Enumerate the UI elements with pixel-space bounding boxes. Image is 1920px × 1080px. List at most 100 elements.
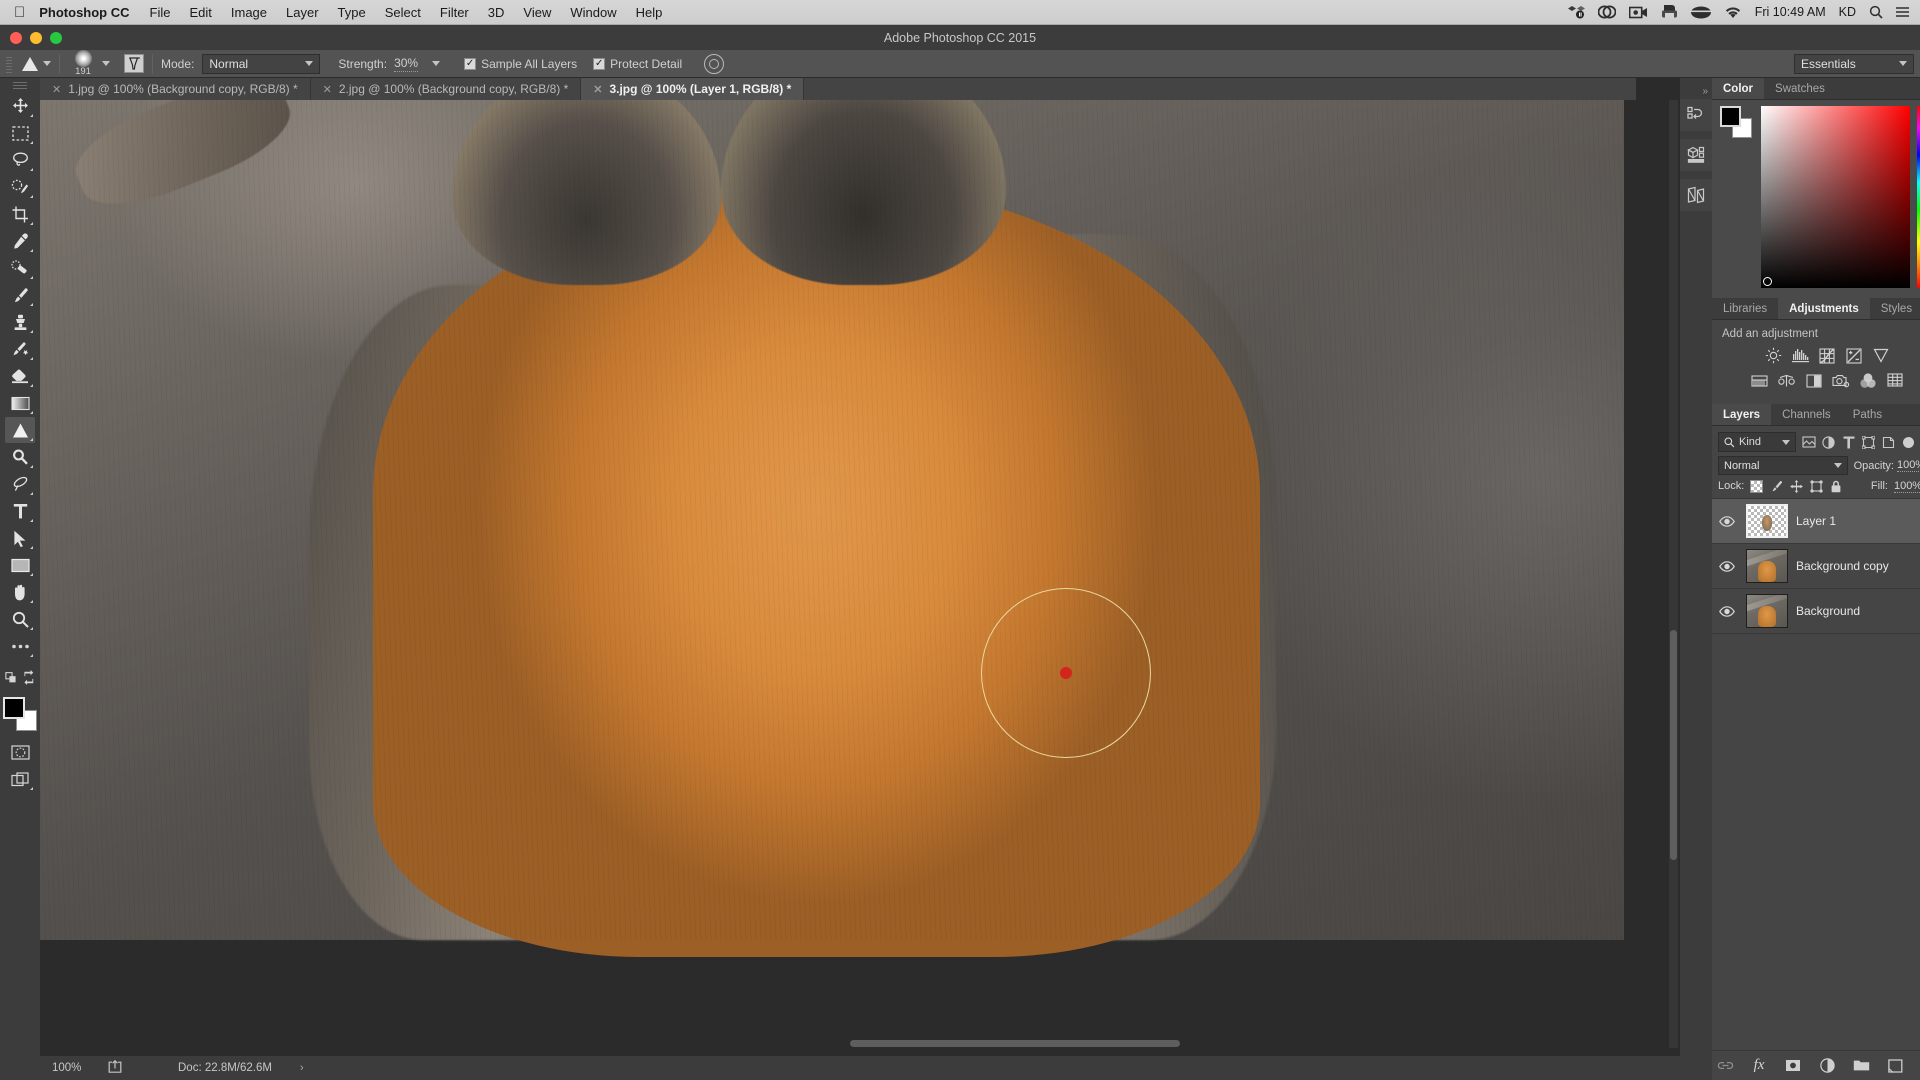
color-swatches[interactable]: [3, 697, 37, 731]
color-lookup-icon[interactable]: [1885, 371, 1904, 390]
menu-window[interactable]: Window: [570, 5, 616, 20]
photo-filter-icon[interactable]: [1831, 371, 1850, 390]
edit-toolbar-button[interactable]: [5, 633, 35, 659]
foreground-color-swatch[interactable]: [1720, 106, 1741, 127]
fill-value[interactable]: 100%: [1893, 480, 1920, 493]
filter-smart-object-icon[interactable]: [1881, 435, 1896, 450]
brush-panel-toggle-icon[interactable]: [124, 54, 144, 73]
menubar-app-name[interactable]: Photoshop CC: [39, 5, 129, 20]
layer-name[interactable]: Background: [1796, 604, 1912, 618]
document-tab-2[interactable]: ✕ 2.jpg @ 100% (Background copy, RGB/8) …: [310, 78, 582, 100]
wifi-icon[interactable]: [1724, 3, 1742, 21]
table-row[interactable]: Layer 1: [1712, 499, 1920, 544]
menu-filter[interactable]: Filter: [440, 5, 469, 20]
menubar-clock[interactable]: Fri 10:49 AM: [1755, 5, 1826, 19]
menu-file[interactable]: File: [150, 5, 171, 20]
opacity-value[interactable]: 100%: [1896, 459, 1920, 472]
curves-icon[interactable]: [1818, 346, 1837, 365]
spot-healing-brush-tool[interactable]: [5, 255, 35, 281]
new-group-icon[interactable]: [1853, 1057, 1870, 1074]
layer-name[interactable]: Layer 1: [1796, 514, 1920, 528]
layer-comps-panel-icon[interactable]: [1680, 179, 1712, 211]
new-fill-adjustment-icon[interactable]: [1819, 1057, 1836, 1074]
rectangular-marquee-tool[interactable]: [5, 120, 35, 146]
menu-edit[interactable]: Edit: [189, 5, 211, 20]
scrollbar-thumb[interactable]: [1670, 630, 1677, 860]
table-row[interactable]: Background copy: [1712, 544, 1920, 589]
color-picker-handle[interactable]: [1763, 277, 1772, 286]
document-image[interactable]: [40, 100, 1624, 957]
brush-preset-picker[interactable]: 191: [68, 49, 98, 77]
gradient-tool[interactable]: [5, 390, 35, 416]
layer-filter-kind-select[interactable]: Kind: [1718, 432, 1796, 452]
canvas-vertical-scrollbar[interactable]: [1669, 100, 1678, 1048]
layer-style-icon[interactable]: fx: [1751, 1057, 1768, 1074]
exposure-icon[interactable]: [1845, 346, 1864, 365]
clone-stamp-tool[interactable]: [5, 309, 35, 335]
canvas-area[interactable]: [40, 100, 1680, 1048]
rectangle-tool[interactable]: [5, 552, 35, 578]
document-tab-1[interactable]: ✕ 1.jpg @ 100% (Background copy, RGB/8) …: [40, 78, 311, 100]
chevron-down-icon[interactable]: [43, 61, 51, 66]
add-layer-mask-icon[interactable]: [1785, 1057, 1802, 1074]
scrollbar-thumb[interactable]: [850, 1040, 1180, 1047]
protect-detail-checkbox[interactable]: ✓ Protect Detail: [593, 57, 682, 71]
filter-pixel-icon[interactable]: [1801, 435, 1816, 450]
control-center-icon[interactable]: [1896, 3, 1909, 21]
layer-visibility-toggle[interactable]: [1716, 515, 1738, 527]
history-brush-tool[interactable]: [5, 336, 35, 362]
layer-blend-mode-select[interactable]: Normal: [1718, 456, 1848, 475]
sharpen-tool[interactable]: [5, 417, 35, 443]
dodge-tool[interactable]: [5, 444, 35, 470]
levels-icon[interactable]: [1791, 346, 1810, 365]
menu-3d[interactable]: 3D: [488, 5, 505, 20]
tab-layers[interactable]: Layers: [1712, 404, 1772, 425]
workspace-select[interactable]: Essentials: [1794, 53, 1914, 74]
color-field[interactable]: [1761, 106, 1911, 288]
opacity-control[interactable]: Opacity: 100%: [1854, 459, 1920, 472]
menu-image[interactable]: Image: [231, 5, 267, 20]
screen-record-icon[interactable]: [1628, 3, 1648, 21]
canvas-horizontal-scrollbar[interactable]: [40, 1039, 1669, 1048]
close-icon[interactable]: ✕: [323, 83, 332, 96]
chevron-right-icon[interactable]: ›: [300, 1062, 304, 1074]
history-panel-icon[interactable]: [1680, 99, 1712, 131]
blend-mode-select[interactable]: Normal: [202, 53, 321, 74]
eraser-tool[interactable]: [5, 363, 35, 389]
link-layers-icon[interactable]: [1717, 1057, 1734, 1074]
share-icon[interactable]: [108, 1059, 122, 1076]
zoom-button[interactable]: [50, 31, 62, 44]
lock-position-icon[interactable]: [1789, 479, 1803, 493]
lock-artboard-icon[interactable]: [1809, 479, 1823, 493]
airbrush-icon[interactable]: [704, 53, 725, 74]
color-panel-swatches[interactable]: [1720, 106, 1754, 140]
vibrance-icon[interactable]: [1872, 346, 1891, 365]
filter-shape-icon[interactable]: [1861, 435, 1876, 450]
channel-mixer-icon[interactable]: [1858, 371, 1877, 390]
foreground-color-swatch[interactable]: [3, 697, 25, 719]
strength-chevron-down-icon[interactable]: [432, 61, 441, 66]
layer-thumbnail[interactable]: [1746, 504, 1788, 538]
sample-all-layers-checkbox[interactable]: ✓ Sample All Layers: [464, 57, 577, 71]
black-white-icon[interactable]: [1804, 371, 1823, 390]
close-icon[interactable]: ✕: [593, 83, 602, 96]
tab-swatches[interactable]: Swatches: [1764, 78, 1836, 99]
layer-thumbnail[interactable]: [1746, 594, 1788, 628]
apple-logo-icon[interactable]: : [14, 5, 25, 20]
menu-select[interactable]: Select: [385, 5, 421, 20]
pen-tool[interactable]: [5, 471, 35, 497]
brush-chevron-down-icon[interactable]: [102, 61, 110, 66]
quick-selection-tool[interactable]: [5, 174, 35, 200]
tab-libraries[interactable]: Libraries: [1712, 298, 1779, 319]
search-icon[interactable]: [1869, 3, 1883, 21]
layer-thumbnail[interactable]: [1746, 549, 1788, 583]
battery-icon[interactable]: [1690, 3, 1711, 21]
zoom-level[interactable]: 100%: [52, 1062, 92, 1074]
eyedropper-tool[interactable]: [5, 228, 35, 254]
new-layer-icon[interactable]: [1887, 1057, 1904, 1074]
screen-mode-button[interactable]: [5, 766, 35, 792]
menubar-user[interactable]: KD: [1839, 5, 1856, 19]
color-balance-icon[interactable]: [1777, 371, 1796, 390]
layer-visibility-toggle[interactable]: [1716, 560, 1738, 572]
options-bar-grip[interactable]: [4, 53, 14, 74]
